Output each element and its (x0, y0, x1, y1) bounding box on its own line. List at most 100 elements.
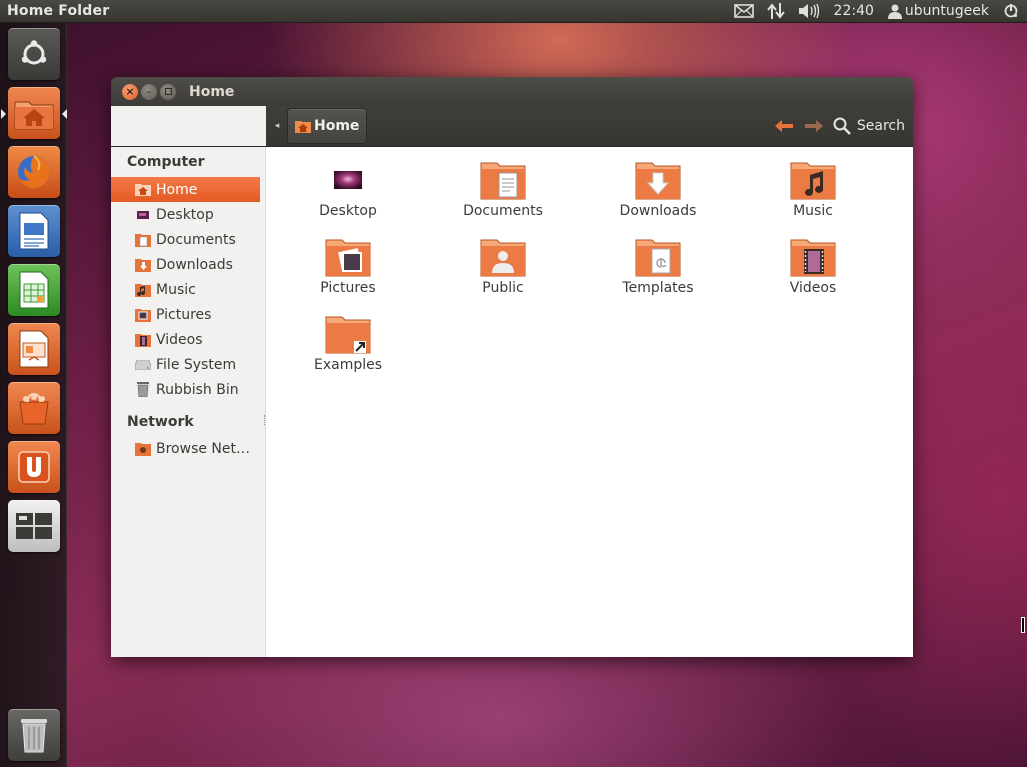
focused-indicator (62, 109, 67, 119)
trash-icon (21, 719, 47, 753)
minimize-icon: – (146, 85, 152, 98)
sidebar-item-label: Home (156, 181, 198, 198)
downloads-icon (135, 257, 151, 273)
file-item-examples[interactable]: Examples (283, 315, 413, 373)
user-icon[interactable] (882, 0, 902, 22)
sidebar-item-rubbish-bin[interactable]: Rubbish Bin (111, 377, 260, 402)
active-window-title: Home Folder (7, 3, 110, 19)
minimize-button[interactable]: – (141, 83, 157, 100)
calc-icon (19, 271, 49, 309)
public-folder-icon (480, 239, 526, 277)
file-item-templates[interactable]: Templates (593, 238, 723, 296)
ubuntu-one-icon (18, 451, 50, 483)
search-icon (833, 117, 851, 135)
arrow-right-icon (804, 120, 823, 132)
mail-icon[interactable] (728, 0, 760, 22)
sidebar-item-file-system[interactable]: File System (111, 352, 260, 377)
forward-button[interactable] (799, 119, 829, 133)
launcher-impress[interactable] (8, 323, 60, 375)
file-item-desktop[interactable]: Desktop (283, 161, 413, 219)
file-item-label: Examples (313, 357, 383, 373)
close-icon: × (125, 85, 135, 98)
maximize-button[interactable] (160, 83, 176, 100)
close-button[interactable]: × (122, 83, 138, 100)
network-folder-icon (135, 441, 151, 457)
search-label: Search (856, 118, 905, 134)
breadcrumb-home[interactable]: Home (288, 109, 367, 143)
documents-icon (135, 232, 151, 248)
file-item-documents[interactable]: Documents (438, 161, 568, 219)
firefox-icon (18, 155, 50, 188)
file-item-label: Videos (789, 280, 837, 296)
sidebar-heading-computer: Computer (127, 154, 205, 170)
desktop-icon (135, 207, 151, 223)
maximize-icon (164, 88, 172, 95)
file-view: Desktop Documents Downloads Music Pictur… (266, 147, 913, 657)
examples-folder-icon (325, 316, 371, 354)
file-item-label: Desktop (319, 203, 377, 219)
launcher-trash[interactable] (8, 709, 60, 761)
software-center-icon (19, 392, 49, 425)
file-item-music[interactable]: Music (748, 161, 878, 219)
desktop-thumbnail-icon (334, 171, 362, 189)
downloads-folder-icon (635, 162, 681, 200)
launcher-firefox[interactable] (8, 146, 60, 198)
volume-icon[interactable] (792, 0, 826, 22)
sidebar-item-label: Desktop (156, 206, 214, 223)
sidebar-item-documents[interactable]: Documents (111, 227, 260, 252)
file-item-label: Music (793, 203, 833, 219)
top-panel: Home Folder 22:40 ubuntugeek (0, 0, 1027, 23)
sidebar-item-music[interactable]: Music (111, 277, 260, 302)
sidebar-item-label: Pictures (156, 306, 212, 323)
impress-icon (19, 330, 49, 368)
launcher-home-folder[interactable] (8, 87, 60, 139)
toolbar: ◂ Home Search (111, 106, 913, 147)
sidebar-item-label: Downloads (156, 256, 233, 273)
running-indicator (1, 109, 6, 119)
file-item-videos[interactable]: Videos (748, 238, 878, 296)
launcher-workspaces[interactable] (8, 500, 60, 552)
breadcrumb-scroll-left[interactable]: ◂ (266, 121, 288, 131)
user-menu[interactable]: ubuntugeek (902, 3, 997, 19)
videos-icon (135, 332, 151, 348)
ubuntu-logo-icon (21, 40, 47, 65)
launcher-software-center[interactable] (8, 382, 60, 434)
file-item-pictures[interactable]: Pictures (283, 238, 413, 296)
writer-icon (19, 212, 49, 250)
drive-icon (135, 357, 151, 373)
navigation-controls: Search (769, 106, 905, 146)
sidebar-item-label: Documents (156, 231, 236, 248)
launcher (0, 23, 67, 767)
mouse-cursor (1021, 617, 1025, 633)
sidebar-item-videos[interactable]: Videos (111, 327, 260, 352)
sidebar-item-label: Videos (156, 331, 203, 348)
power-icon[interactable] (997, 0, 1027, 22)
pictures-folder-icon (325, 239, 371, 277)
file-item-label: Downloads (619, 203, 697, 219)
launcher-ubuntu-one[interactable] (8, 441, 60, 493)
sidebar-item-browse-network[interactable]: Browse Net… (111, 436, 260, 461)
dash-home-button[interactable] (8, 28, 60, 80)
sidebar-item-label: Music (156, 281, 196, 298)
file-item-downloads[interactable]: Downloads (593, 161, 723, 219)
back-button[interactable] (769, 119, 799, 133)
clock[interactable]: 22:40 (826, 3, 882, 19)
window-titlebar[interactable]: × – Home (111, 77, 913, 106)
network-icon[interactable] (760, 0, 792, 22)
file-item-public[interactable]: Public (438, 238, 568, 296)
sidebar-item-home[interactable]: Home (111, 177, 260, 202)
search-button[interactable]: Search (829, 117, 905, 135)
sidebar-item-label: Rubbish Bin (156, 381, 239, 398)
sidebar-item-label: Browse Net… (156, 440, 251, 457)
sidebar-heading-network: Network (127, 414, 194, 430)
trash-icon (135, 382, 151, 398)
sidebar-item-downloads[interactable]: Downloads (111, 252, 260, 277)
launcher-calc[interactable] (8, 264, 60, 316)
sidebar-item-pictures[interactable]: Pictures (111, 302, 260, 327)
window-body: Computer Home Desktop Documents Download… (111, 147, 913, 657)
breadcrumb-label: Home (314, 118, 360, 134)
file-item-label: Pictures (320, 280, 376, 296)
sidebar-item-desktop[interactable]: Desktop (111, 202, 260, 227)
launcher-writer[interactable] (8, 205, 60, 257)
home-folder-icon (14, 101, 54, 130)
